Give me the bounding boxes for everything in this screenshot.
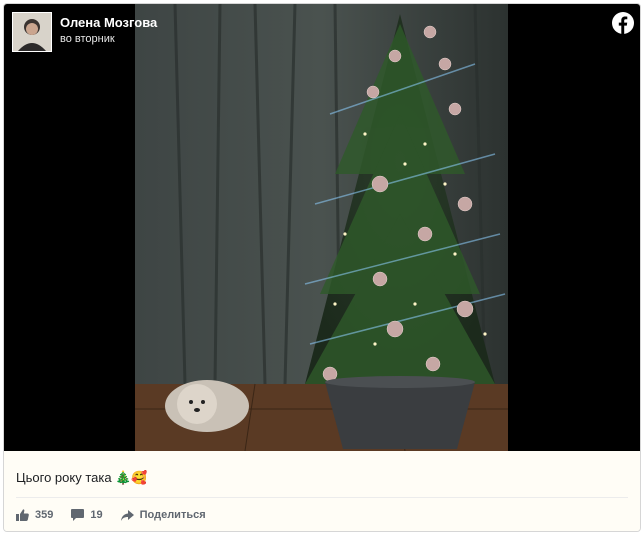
comment-icon — [71, 509, 85, 521]
avatar-photo — [13, 13, 51, 51]
share-label: Поделиться — [139, 509, 206, 521]
post-caption: Цього року така 🎄🥰 — [16, 470, 148, 485]
embedded-post: Олена Мозгова во вторник Цього року така… — [3, 3, 641, 532]
author-avatar[interactable] — [12, 12, 52, 52]
like-count: 359 — [35, 509, 54, 521]
share-arrow-icon — [120, 509, 134, 521]
post-actions: 359 19 Поделиться — [16, 509, 224, 521]
author-name[interactable]: Олена Мозгова — [60, 15, 157, 30]
like-button[interactable]: 359 — [16, 509, 53, 521]
thumbs-up-icon — [16, 509, 29, 521]
post-timestamp[interactable]: во вторник — [60, 33, 115, 45]
comment-button[interactable]: 19 — [71, 509, 103, 521]
christmas-tree-photo[interactable] — [135, 4, 508, 451]
post-media[interactable]: Олена Мозгова во вторник — [4, 4, 640, 451]
facebook-icon[interactable] — [612, 12, 634, 34]
footer-divider — [16, 497, 628, 498]
share-button[interactable]: Поделиться — [120, 509, 206, 521]
post-footer: Цього року така 🎄🥰 359 19 Поделиться — [4, 451, 640, 531]
comment-count: 19 — [90, 509, 103, 521]
